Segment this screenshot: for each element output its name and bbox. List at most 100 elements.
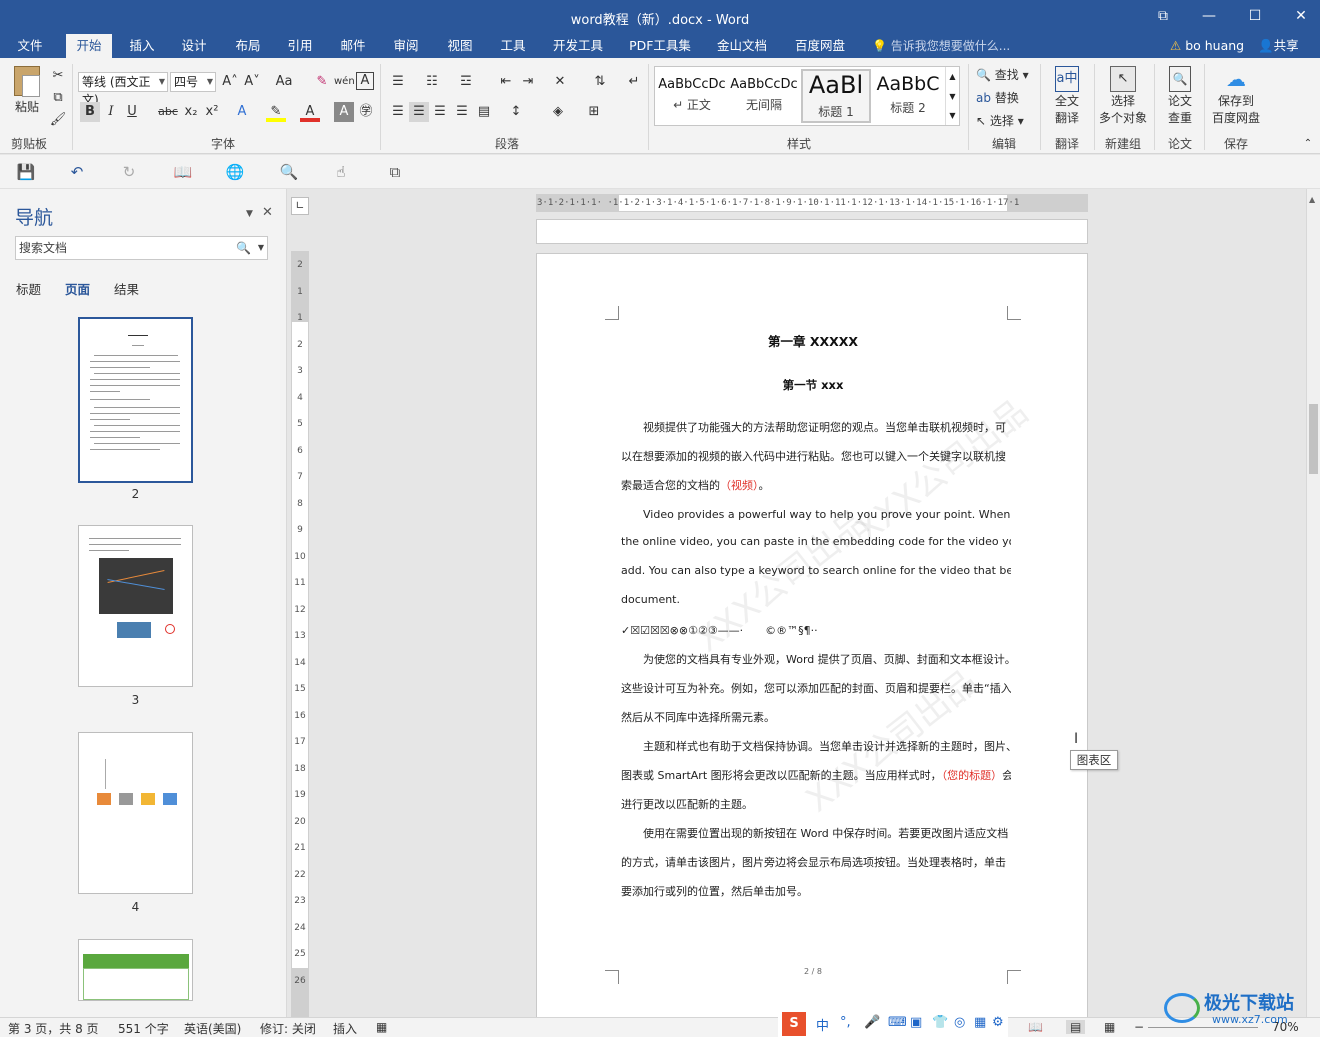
- read-mode-icon[interactable]: 📖: [172, 162, 194, 182]
- tab-developer[interactable]: 开发工具: [547, 34, 609, 58]
- page-thumbnail[interactable]: [78, 525, 193, 687]
- nav-search-input[interactable]: 搜索文档 🔍 ▼: [15, 236, 268, 260]
- clear-format-icon[interactable]: ✎: [312, 72, 332, 92]
- tab-home[interactable]: 开始: [66, 34, 112, 58]
- nav-tab-pages[interactable]: 页面: [65, 279, 90, 298]
- image-icon[interactable]: ▣: [910, 1015, 922, 1030]
- tab-tools[interactable]: 工具: [491, 34, 535, 58]
- tab-references[interactable]: 引用: [278, 34, 322, 58]
- nav-options-icon[interactable]: ▼: [246, 209, 253, 219]
- tab-insert[interactable]: 插入: [120, 34, 164, 58]
- insert-mode-status[interactable]: 插入: [333, 1020, 357, 1037]
- font-color-icon[interactable]: A: [300, 102, 320, 122]
- distributed-icon[interactable]: ▤: [474, 102, 494, 122]
- word-count-status[interactable]: 551 个字: [118, 1020, 169, 1037]
- toolbox-icon[interactable]: ▦: [974, 1015, 986, 1030]
- punctuation-icon[interactable]: °,: [840, 1015, 851, 1030]
- close-button[interactable]: ✕: [1278, 0, 1320, 34]
- shrink-font-icon[interactable]: A˅: [242, 72, 262, 92]
- style-heading-2[interactable]: AaBbC 标题 2: [873, 69, 943, 123]
- horizontal-ruler[interactable]: 3·1·2·1·1·1· ·1·1·2·1·3·1·4·1·5·1·6·1·7·…: [536, 194, 1088, 212]
- shading-icon[interactable]: ◈: [548, 102, 568, 122]
- gallery-scroll-down-icon[interactable]: ▼: [945, 87, 959, 107]
- touch-mode-icon[interactable]: ☝: [330, 162, 352, 182]
- read-mode-view-icon[interactable]: 📖: [1028, 1020, 1043, 1034]
- align-right-icon[interactable]: ☰: [430, 102, 450, 122]
- cut-icon[interactable]: ✂: [48, 66, 68, 86]
- language-status[interactable]: 英语(美国): [184, 1020, 241, 1037]
- underline-icon[interactable]: U: [122, 102, 142, 122]
- print-preview-icon[interactable]: 🔍: [278, 162, 300, 182]
- tab-file[interactable]: 文件: [8, 34, 52, 58]
- keyboard-icon[interactable]: ⌨: [888, 1015, 907, 1030]
- style-normal[interactable]: AaBbCcDc ↵ 正文: [657, 69, 727, 123]
- justify-icon[interactable]: ☰: [452, 102, 472, 122]
- bold-icon[interactable]: B: [80, 102, 100, 122]
- tab-baidu-netdisk[interactable]: 百度网盘: [788, 34, 852, 58]
- customize-qat-icon[interactable]: ⧉: [384, 162, 406, 182]
- maximize-button[interactable]: ☐: [1232, 0, 1278, 34]
- sort-icon[interactable]: ⇅: [590, 72, 610, 92]
- translate-button[interactable]: a中 全文 翻译: [1046, 66, 1088, 126]
- save-to-baidu-button[interactable]: ☁ 保存到 百度网盘: [1208, 66, 1264, 126]
- tab-pdf-tools[interactable]: PDF工具集: [624, 34, 696, 58]
- scroll-up-icon[interactable]: ▲: [1309, 195, 1315, 204]
- align-center-icon[interactable]: ☰: [409, 102, 429, 122]
- web-layout-icon[interactable]: 🌐: [224, 162, 246, 182]
- phonetic-guide-icon[interactable]: wén: [334, 72, 355, 92]
- settings-icon[interactable]: ⚙: [992, 1015, 1004, 1030]
- paper-check-button[interactable]: 🔍 论文 查重: [1160, 66, 1200, 126]
- format-painter-icon[interactable]: 🖌: [48, 110, 68, 130]
- microphone-icon[interactable]: 🎤: [864, 1015, 880, 1030]
- style-no-spacing[interactable]: AaBbCcDc 无间隔: [729, 69, 799, 123]
- macro-icon[interactable]: ▦: [376, 1020, 387, 1034]
- track-changes-status[interactable]: 修订: 关闭: [260, 1020, 316, 1037]
- tab-mailings[interactable]: 邮件: [331, 34, 375, 58]
- sogou-logo-icon[interactable]: S: [782, 1012, 806, 1036]
- page-thumbnail[interactable]: [78, 939, 193, 1001]
- save-icon[interactable]: 💾: [15, 162, 37, 182]
- chinese-mode-icon[interactable]: 中: [816, 1015, 829, 1034]
- select-objects-button[interactable]: ↖ 选择 多个对象: [1096, 66, 1150, 126]
- select-button[interactable]: ↖ 选择 ▾: [976, 112, 1024, 129]
- paste-button[interactable]: 粘贴: [10, 66, 44, 126]
- vertical-scrollbar[interactable]: ▲: [1306, 189, 1320, 1017]
- font-size-combo[interactable]: 四号 ▼: [170, 72, 216, 92]
- nav-tab-results[interactable]: 结果: [114, 279, 139, 298]
- tab-selector[interactable]: ∟: [291, 197, 309, 215]
- increase-indent-icon[interactable]: ⇥: [518, 72, 538, 92]
- tell-me-box[interactable]: 💡 告诉我您想要做什么...: [872, 34, 1010, 58]
- redo-icon[interactable]: ↻: [118, 162, 140, 182]
- text-effects-icon[interactable]: A: [232, 102, 252, 122]
- gallery-scroll-up-icon[interactable]: ▲: [945, 67, 959, 87]
- collapse-ribbon-icon[interactable]: ⌃: [1298, 134, 1318, 154]
- subscript-icon[interactable]: x₂: [181, 102, 201, 122]
- find-button[interactable]: 🔍 查找 ▾: [976, 66, 1029, 83]
- change-case-icon[interactable]: Aa: [270, 72, 298, 92]
- char-border-icon[interactable]: A: [356, 72, 374, 90]
- page-thumbnail[interactable]: [78, 317, 193, 483]
- document-page[interactable]: XXX公司出品 XXX公司出品 XXX公司出品 第一章 XXXXX 第一节 xx…: [536, 253, 1088, 1017]
- tab-jinshan-docs[interactable]: 金山文档: [710, 34, 774, 58]
- tab-review[interactable]: 审阅: [384, 34, 428, 58]
- gallery-more-icon[interactable]: ▼: [945, 107, 959, 125]
- web-layout-view-icon[interactable]: ▦: [1104, 1020, 1115, 1034]
- tab-view[interactable]: 视图: [438, 34, 482, 58]
- zoom-out-icon[interactable]: −: [1134, 1020, 1144, 1034]
- nav-tab-headings[interactable]: 标题: [16, 279, 41, 298]
- page-count-status[interactable]: 第 3 页，共 8 页: [8, 1020, 99, 1037]
- multilevel-list-icon[interactable]: ☲: [456, 72, 476, 92]
- grow-font-icon[interactable]: A˄: [220, 72, 240, 92]
- user-account[interactable]: ⚠ bo huang: [1170, 34, 1244, 58]
- undo-icon[interactable]: ↶: [66, 162, 88, 182]
- borders-icon[interactable]: ⊞: [584, 102, 604, 122]
- font-name-combo[interactable]: 等线 (西文正文) ▼: [78, 72, 168, 107]
- enclose-char-icon[interactable]: ㊫: [356, 102, 376, 122]
- align-left-icon[interactable]: ☰: [388, 102, 408, 122]
- strikethrough-icon[interactable]: abc: [156, 102, 180, 122]
- share-button[interactable]: 👤共享: [1258, 34, 1299, 58]
- style-heading-1[interactable]: AaBl 标题 1: [801, 69, 871, 123]
- bullets-icon[interactable]: ☰: [388, 72, 408, 92]
- show-marks-icon[interactable]: ↵: [624, 72, 644, 92]
- line-spacing-icon[interactable]: ↕: [506, 102, 526, 122]
